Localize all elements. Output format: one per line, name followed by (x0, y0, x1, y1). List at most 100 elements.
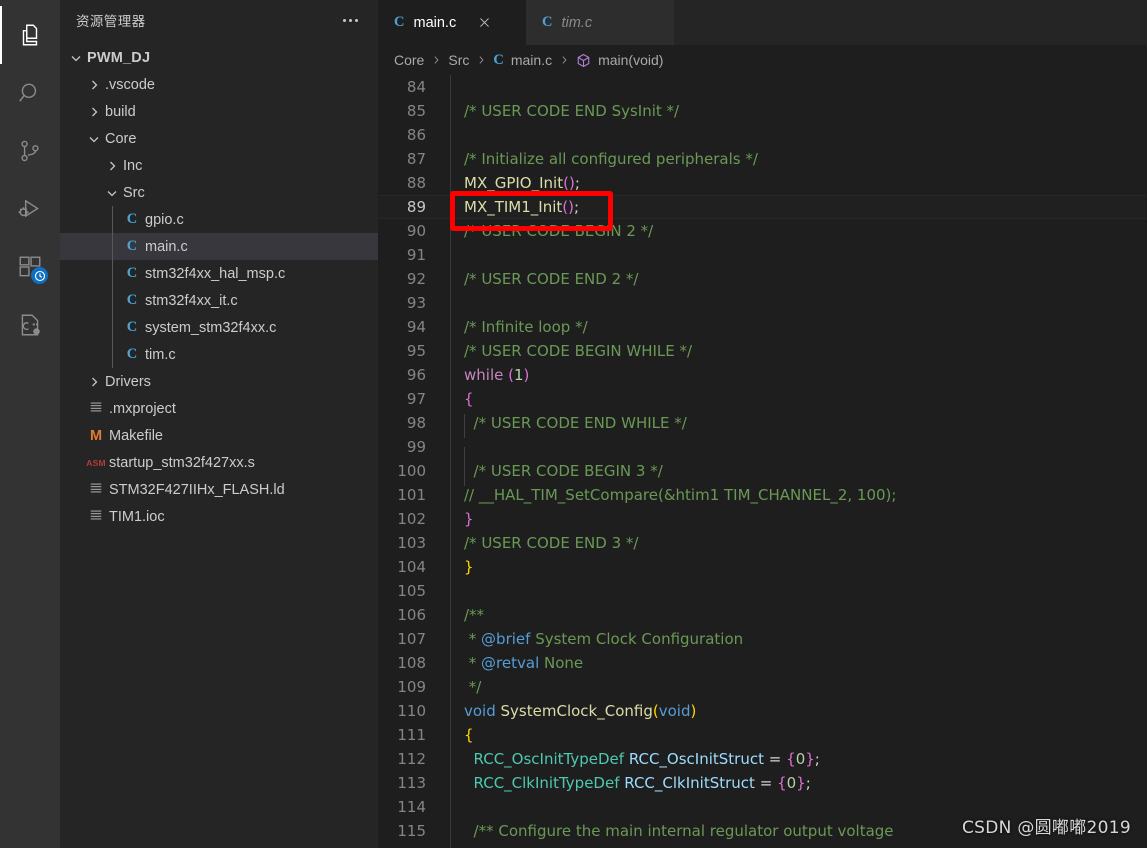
tree-indent-guide (112, 260, 113, 287)
tree-item-tim1-ioc[interactable]: TIM1.ioc (60, 503, 378, 530)
chevron-right-icon[interactable] (86, 374, 102, 390)
c-file-icon: C (126, 211, 138, 227)
line-number: 95 (406, 342, 426, 360)
chevron-right-icon (469, 54, 493, 66)
tree-item-stm32f4xx-hal-msp-c[interactable]: Cstm32f4xx_hal_msp.c (60, 260, 378, 287)
line-number: 96 (406, 366, 426, 384)
tree-item-core[interactable]: Core (60, 125, 378, 152)
tree-indent-guide (112, 206, 113, 233)
line-content: /* USER CODE BEGIN 2 */ (464, 222, 654, 240)
breadcrumb-item-src[interactable]: Src (448, 52, 469, 68)
line-number: 97 (406, 390, 426, 408)
sidebar-more-actions-button[interactable] (337, 15, 364, 26)
tree-item-makefile[interactable]: M Makefile (60, 422, 378, 449)
code-line-104: 104} (378, 555, 1147, 579)
editor-tab-bar: Cmain.c Ctim.c (378, 0, 1147, 45)
source-control-icon[interactable] (0, 122, 60, 180)
line-content: /* USER CODE END WHILE */ (452, 414, 1147, 438)
tree-item-startup-stm32f427xx-s[interactable]: ASM startup_stm32f427xx.s (60, 449, 378, 476)
file-icon (86, 508, 106, 525)
line-number: 113 (397, 774, 426, 792)
close-icon[interactable] (474, 13, 494, 33)
line-number: 112 (397, 750, 426, 768)
tree-item-label: tim.c (145, 346, 176, 363)
line-content: /* Initialize all configured peripherals… (464, 150, 758, 168)
file-icon: C (122, 319, 142, 336)
tree-item-gpio-c[interactable]: Cgpio.c (60, 206, 378, 233)
cpp-config-icon[interactable] (0, 296, 60, 354)
chevron-right-icon[interactable] (104, 158, 120, 174)
chevron-down-icon[interactable] (104, 185, 120, 201)
tree-indent-guide (112, 341, 113, 368)
line-number: 99 (406, 438, 426, 456)
code-line-87: 87 /* Initialize all configured periphera… (378, 147, 1147, 171)
tree-item-stm32f427iihx-flash-ld[interactable]: STM32F427IIHx_FLASH.ld (60, 476, 378, 503)
tree-indent-guide (112, 233, 113, 260)
tree-item-label: main.c (145, 238, 188, 255)
file-icon: C (122, 346, 142, 363)
line-number: 101 (397, 486, 426, 504)
line-number: 103 (397, 534, 426, 552)
c-file-icon: C (126, 265, 138, 281)
line-number: 85 (406, 102, 426, 120)
vscode-window: 资源管理器 PWM_DJ .vscode build Core Inc Src Cgpio.… (0, 0, 1147, 848)
tree-item-system-stm32f4xx-c[interactable]: Csystem_stm32f4xx.c (60, 314, 378, 341)
breadcrumb-item-main-c[interactable]: Cmain.c (493, 52, 552, 69)
tree-item-label: Makefile (109, 427, 163, 444)
tree-item-label: STM32F427IIHx_FLASH.ld (109, 481, 285, 498)
extensions-icon[interactable] (0, 238, 60, 296)
chevron-down-icon[interactable] (68, 50, 84, 66)
code-line-101: 101 // __HAL_TIM_SetCompare(&htim1 TIM_CH… (378, 483, 1147, 507)
tree-item-mxproject[interactable]: .mxproject (60, 395, 378, 422)
line-number: 109 (397, 678, 426, 696)
c-file-icon: C (126, 238, 138, 254)
code-line-108: 108 * @retval None (378, 651, 1147, 675)
file-icon: M (86, 428, 106, 444)
tab-tim-c[interactable]: Ctim.c (526, 0, 674, 45)
line-number: 87 (406, 150, 426, 168)
explorer-icon[interactable] (0, 6, 60, 64)
code-line-112: 112 RCC_OscInitTypeDef RCC_OscInitStruct… (378, 747, 1147, 771)
line-content: /* USER CODE END 3 */ (464, 534, 639, 552)
breadcrumb-item-core[interactable]: Core (394, 52, 424, 68)
tree-item-label: TIM1.ioc (109, 508, 165, 525)
line-content: /* USER CODE BEGIN 3 */ (452, 462, 1147, 486)
chevron-right-icon[interactable] (86, 104, 102, 120)
line-content: /* USER CODE BEGIN WHILE */ (464, 342, 693, 360)
tree-item-drivers[interactable]: Drivers (60, 368, 378, 395)
chevron-down-icon[interactable] (86, 131, 102, 147)
tree-item-pwm-dj[interactable]: PWM_DJ (60, 44, 378, 71)
tree-item-stm32f4xx-it-c[interactable]: Cstm32f4xx_it.c (60, 287, 378, 314)
code-line-103: 103 /* USER CODE END 3 */ (378, 531, 1147, 555)
line-content: MX_GPIO_Init(); (464, 174, 580, 192)
tree-item-main-c[interactable]: Cmain.c (60, 233, 378, 260)
tree-item-label: build (105, 103, 136, 120)
code-lines: 84 85 /* USER CODE END SysInit */ 86 87 /* In… (378, 75, 1147, 848)
chevron-right-icon[interactable] (86, 77, 102, 93)
code-line-111: 111 { (378, 723, 1147, 747)
run-and-debug-icon[interactable] (0, 180, 60, 238)
tab-main-c[interactable]: Cmain.c (378, 0, 526, 45)
line-number: 84 (406, 78, 426, 96)
tree-item-vscode[interactable]: .vscode (60, 71, 378, 98)
code-line-91: 91 (378, 243, 1147, 267)
code-line-86: 86 (378, 123, 1147, 147)
line-number: 106 (397, 606, 426, 624)
tree-item-tim-c[interactable]: Ctim.c (60, 341, 378, 368)
file-icon: C (122, 265, 142, 282)
search-icon[interactable] (0, 64, 60, 122)
code-line-109: 109 */ (378, 675, 1147, 699)
line-content: } (464, 510, 474, 528)
chevron-right-icon (424, 54, 448, 66)
file-icon (86, 481, 106, 498)
code-line-102: 102} (378, 507, 1147, 531)
tree-item-src[interactable]: Src (60, 179, 378, 206)
code-editor[interactable]: 84 85 /* USER CODE END SysInit */ 86 87 /* In… (378, 75, 1147, 848)
tree-item-build[interactable]: build (60, 98, 378, 125)
code-line-105: 105 (378, 579, 1147, 603)
code-line-85: 85 /* USER CODE END SysInit */ (378, 99, 1147, 123)
text-file-icon (89, 481, 103, 498)
breadcrumb-item-main-void[interactable]: main(void) (576, 52, 663, 68)
code-line-100: 100 /* USER CODE BEGIN 3 */ (378, 459, 1147, 486)
tree-item-inc[interactable]: Inc (60, 152, 378, 179)
